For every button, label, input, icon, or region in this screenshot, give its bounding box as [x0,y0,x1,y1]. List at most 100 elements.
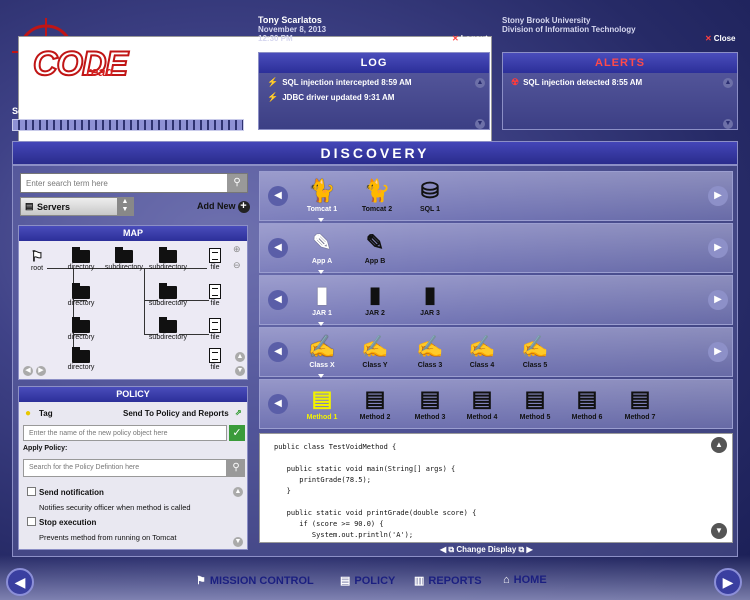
map-node[interactable]: directory [63,347,99,371]
row-prev-icon[interactable]: ◀ [268,290,288,310]
item-label: SQL 1 [419,206,441,213]
row-next-icon[interactable]: ▶ [708,290,728,310]
stop-execution-checkbox[interactable] [27,517,36,526]
nav-mission-control[interactable]: ⚑ MISSION CONTROL [196,574,314,587]
nav-reports[interactable]: ▥ REPORTS [414,574,482,587]
row-next-icon[interactable]: ▶ [708,238,728,258]
method-item-3[interactable]: ▤ Method 3 [405,384,455,421]
export-icon[interactable]: ⇗ [235,408,242,417]
policy-search-input[interactable]: Search for the Policy Defintion here [23,459,227,477]
scroll-class-icon: ✍ [468,334,496,359]
map-node[interactable]: subdirectory [147,247,189,271]
item-label: JAR 2 [365,310,385,317]
method-item-5[interactable]: ▤ Method 5 [510,384,560,421]
scroll-left-icon[interactable]: ◀ [23,366,33,376]
send-notification-checkbox[interactable] [27,487,36,496]
servers-selected: Servers [37,202,71,212]
back-button[interactable]: ◀ [6,568,34,596]
servers-select[interactable]: ▤ Servers ▲ ▼ [20,197,134,216]
map-root[interactable]: ⚑ root [19,248,55,273]
method-item-4[interactable]: ▤ Method 4 [457,384,507,421]
class-item-x[interactable]: ✍ Class X [297,332,347,369]
scroll-down-icon[interactable]: ▼ [711,523,727,539]
scroll-down-icon[interactable]: ▼ [475,119,485,129]
item-label: Class 3 [417,362,443,369]
scroll-up-icon[interactable]: ▲ [233,487,243,497]
tag-icon: ● [25,408,32,419]
code-viewer[interactable]: public class TestVoidMethod { public sta… [259,433,733,543]
row-prev-icon[interactable]: ◀ [268,186,288,206]
class-item-3[interactable]: ✍ Class 3 [405,332,455,369]
row-next-icon[interactable]: ▶ [708,342,728,362]
scroll-up-icon[interactable]: ▲ [475,78,485,88]
tomcat-icon: 🐈 [363,178,391,203]
scroll-up-icon[interactable]: ▲ [235,352,245,362]
map-node[interactable]: file [197,248,233,271]
scroll-down-icon[interactable]: ▼ [723,119,733,129]
method-item-7[interactable]: ▤ Method 7 [615,384,665,421]
item-label: Method 2 [359,414,391,421]
send-to-policy-link[interactable]: Send To Policy and Reports [123,409,229,418]
method-item-1[interactable]: ▤ Method 1 [297,384,347,421]
method-item-2[interactable]: ▤ Method 2 [350,384,400,421]
map-node[interactable]: file [197,348,233,371]
method-item-6[interactable]: ▤ Method 6 [562,384,612,421]
row-prev-icon[interactable]: ◀ [268,394,288,414]
user-time: 12:30 PM [258,34,293,43]
add-new-label: Add New [197,201,236,211]
class-item-4[interactable]: ✍ Class 4 [457,332,507,369]
tomcat-icon: 🐈 [308,178,336,203]
change-display-label: Change Display [456,545,517,554]
close-link[interactable]: ✕ Close [705,34,736,43]
confirm-check-icon[interactable]: ✓ [229,425,245,441]
file-icon [209,248,221,263]
jar-item-3[interactable]: ▮ JAR 3 [405,280,455,317]
scroll-up-icon[interactable]: ▲ [711,437,727,453]
map-node[interactable]: subdirectory [147,283,189,307]
change-display-control[interactable]: ◀ ⧉ Change Display ⧉ ▶ [440,545,533,555]
node-label: file [210,300,220,307]
server-item-tomcat-1[interactable]: 🐈 Tomcat 1 [297,176,347,213]
scroll-class-icon: ✍ [521,334,549,359]
search-input[interactable]: Enter search term here ⚲ [20,173,248,193]
search-icon[interactable]: ⚲ [227,174,247,192]
map-node[interactable]: file [197,318,233,341]
map-node[interactable]: directory [63,317,99,341]
forward-button[interactable]: ▶ [714,568,742,596]
selection-pointer [318,218,324,222]
policy-name-input[interactable]: Enter the name of the new policy object … [23,425,227,441]
scroll-right-icon[interactable]: ▶ [36,366,46,376]
add-new-button[interactable]: Add New + [197,201,250,213]
server-item-sql-1[interactable]: ⛁ SQL 1 [405,176,455,213]
row-next-icon[interactable]: ▶ [708,186,728,206]
search-icon[interactable]: ⚲ [227,459,245,477]
app-item-b[interactable]: ✎ App B [350,228,400,265]
class-item-y[interactable]: ✍ Class Y [350,332,400,369]
map-node[interactable]: subdirectory [103,247,145,271]
scroll-up-icon[interactable]: ▲ [723,78,733,88]
class-item-5[interactable]: ✍ Class 5 [510,332,560,369]
zoom-in-icon[interactable]: ⊕ [233,244,241,255]
server-item-tomcat-2[interactable]: 🐈 Tomcat 2 [352,176,402,213]
jar-icon: ▮ [368,282,382,307]
logout-link[interactable]: ✕ Logout [452,34,488,43]
folder-icon [115,247,133,263]
map-node[interactable]: subdirectory [147,317,189,341]
nav-policy[interactable]: ▤ POLICY [340,574,395,587]
tag-label[interactable]: Tag [39,409,53,418]
document-icon: ▤ [364,386,386,411]
row-prev-icon[interactable]: ◀ [268,342,288,362]
map-node[interactable]: directory [63,283,99,307]
alerts-title: ALERTS [503,53,737,73]
jar-item-2[interactable]: ▮ JAR 2 [350,280,400,317]
nav-home[interactable]: ⌂ HOME [503,574,547,586]
jar-item-1[interactable]: ▮ JAR 1 [297,280,347,317]
row-prev-icon[interactable]: ◀ [268,238,288,258]
map-node[interactable]: file [197,284,233,307]
app-item-a[interactable]: ✎ App A [297,228,347,265]
scroll-down-icon[interactable]: ▼ [235,366,245,376]
map-node[interactable]: directory [63,247,99,271]
scroll-down-icon[interactable]: ▼ [233,537,243,547]
document-icon: ▤ [524,386,546,411]
zoom-out-icon[interactable]: ⊖ [233,260,241,271]
